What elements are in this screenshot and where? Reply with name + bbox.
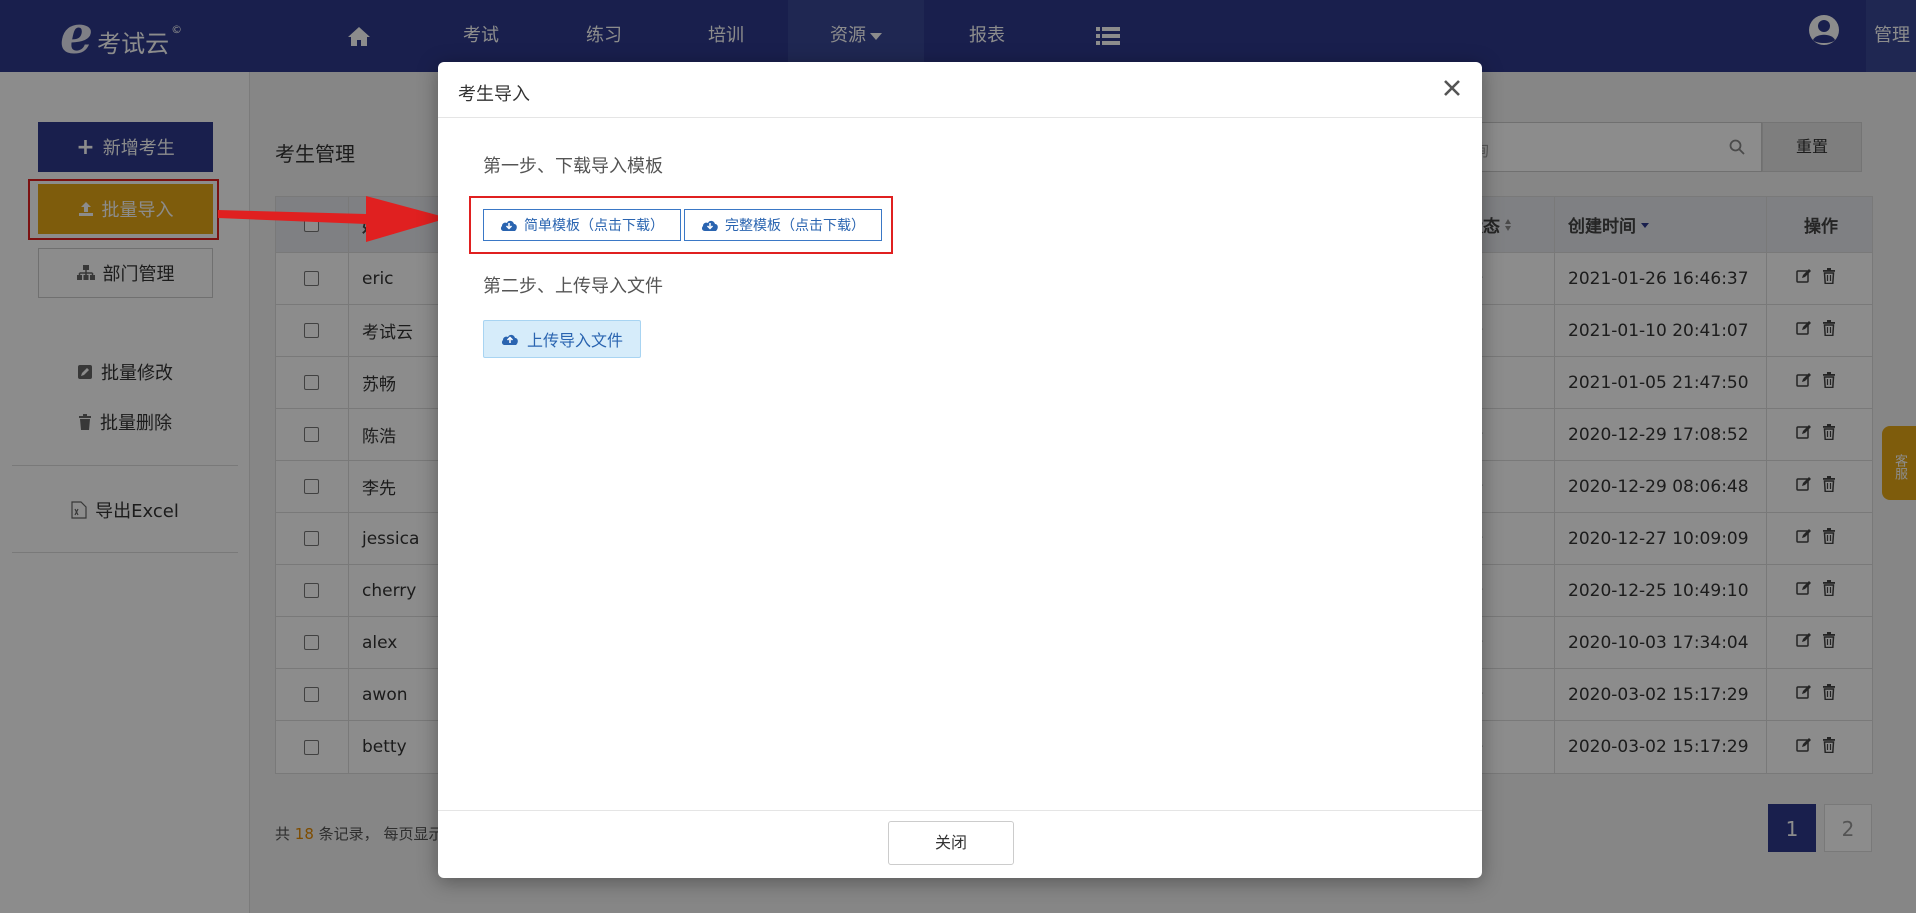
- close-icon[interactable]: [1440, 76, 1464, 100]
- full-template-button[interactable]: 完整模板（点击下载）: [684, 209, 882, 241]
- upload-file-label: 上传导入文件: [526, 331, 623, 350]
- step2-text: 第二步、上传导入文件: [483, 276, 663, 297]
- import-modal: 考生导入 第一步、下载导入模板 简单模板（点击下载） 完整模板（点击下载） 第二…: [438, 62, 1482, 878]
- modal-footer: 关闭: [438, 810, 1482, 878]
- step1-text: 第一步、下载导入模板: [483, 156, 663, 177]
- simple-template-button[interactable]: 简单模板（点击下载）: [483, 209, 681, 241]
- close-button[interactable]: 关闭: [888, 821, 1014, 865]
- cloud-upload-icon: [501, 334, 518, 345]
- upload-file-button[interactable]: 上传导入文件: [483, 320, 641, 358]
- cloud-download-icon: [701, 220, 718, 231]
- modal-title: 考生导入: [458, 84, 530, 105]
- full-template-label: 完整模板（点击下载）: [725, 218, 865, 234]
- modal-header: 考生导入: [438, 62, 1482, 118]
- cloud-download-icon: [500, 220, 517, 231]
- simple-template-label: 简单模板（点击下载）: [524, 218, 664, 234]
- red-arrow-annotation: [218, 196, 448, 242]
